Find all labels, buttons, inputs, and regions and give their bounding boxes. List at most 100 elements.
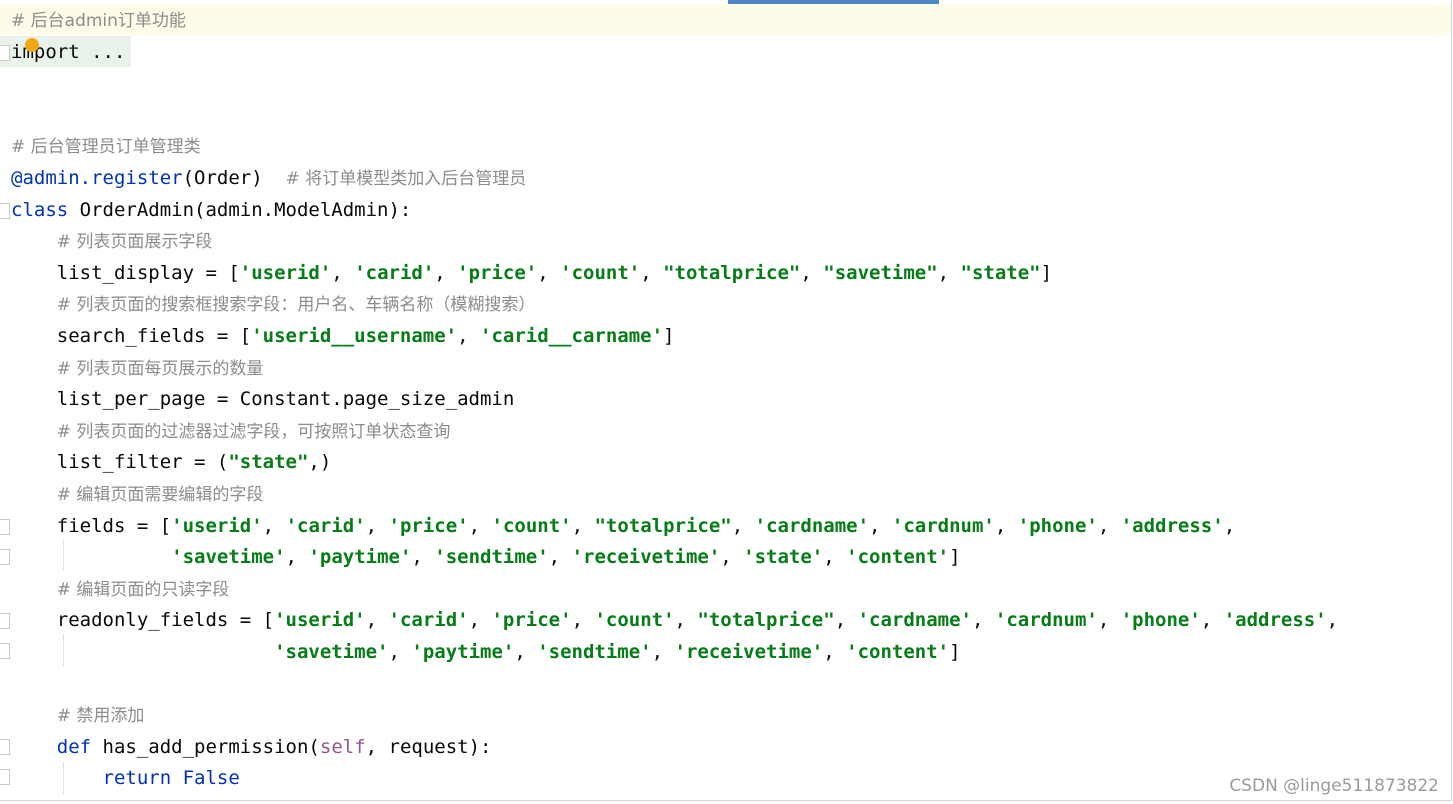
code-line[interactable]: # 后台admin订单功能 bbox=[11, 5, 186, 35]
code-line[interactable]: class OrderAdmin(admin.ModelAdmin): bbox=[11, 195, 411, 225]
code-token: # 后台admin订单功能 bbox=[11, 11, 186, 31]
fold-marker-icon[interactable] bbox=[0, 45, 10, 61]
code-token: self bbox=[319, 735, 366, 758]
code-token: , bbox=[411, 546, 435, 569]
code-token: list_filter = ( bbox=[11, 451, 229, 474]
code-line[interactable]: list_display = ['userid', 'carid', 'pric… bbox=[11, 258, 1052, 288]
code-token: OrderAdmin(admin.ModelAdmin): bbox=[68, 198, 412, 221]
code-editor[interactable]: # 后台admin订单功能 import ... # 后台管理员订单管理类 @admi… bbox=[0, 0, 1452, 801]
code-line[interactable]: # 编辑页面的只读字段 bbox=[11, 574, 230, 604]
code-token: 'paytime' bbox=[308, 546, 412, 569]
code-line[interactable]: # 列表页面每页展示的数量 bbox=[11, 353, 264, 383]
code-token: 'carid' bbox=[388, 609, 469, 632]
code-token: , bbox=[651, 641, 675, 663]
code-token: "totalprice" bbox=[594, 514, 732, 537]
fold-marker-icon[interactable] bbox=[0, 203, 10, 219]
code-token: 'sendtime' bbox=[434, 546, 549, 569]
code-token: 'carid__carname' bbox=[480, 325, 664, 347]
code-token: # 列表页面每页展示的数量 bbox=[56, 358, 264, 379]
fold-marker-icon[interactable] bbox=[0, 613, 10, 629]
code-line[interactable]: # 编辑页面需要编辑的字段 bbox=[11, 479, 264, 509]
code-line[interactable]: def has_add_permission(self, request): bbox=[11, 732, 492, 762]
code-token: # 列表页面展示字段 bbox=[56, 232, 213, 253]
code-token: , request): bbox=[365, 735, 492, 758]
fold-marker-icon[interactable] bbox=[0, 549, 10, 565]
code-token: 'carid' bbox=[354, 261, 435, 284]
code-token: class bbox=[11, 198, 69, 221]
code-token: , bbox=[640, 261, 664, 284]
code-line[interactable]: 'savetime', 'paytime', 'sendtime', 'rece… bbox=[11, 637, 960, 667]
code-token: 'price' bbox=[491, 609, 572, 632]
code-token: 'userid' bbox=[239, 261, 332, 284]
code-token: "totalprice" bbox=[697, 609, 835, 632]
code-token: 'cardname' bbox=[857, 609, 972, 632]
code-line[interactable]: # 列表页面展示字段 bbox=[11, 226, 213, 256]
code-line[interactable]: readonly_fields = ['userid', 'carid', 'p… bbox=[11, 605, 1338, 635]
code-token: # 编辑页面的只读字段 bbox=[56, 579, 230, 600]
fold-marker-icon[interactable] bbox=[0, 739, 10, 755]
code-line[interactable]: list_per_page = Constant.page_size_admin bbox=[11, 384, 515, 414]
code-token: 'address' bbox=[1120, 514, 1224, 537]
code-token: , bbox=[834, 609, 858, 632]
fold-marker-icon[interactable] bbox=[0, 519, 10, 535]
fold-marker-icon[interactable] bbox=[0, 643, 10, 659]
code-line[interactable]: search_fields = ['userid__username', 'ca… bbox=[11, 321, 675, 351]
code-token: 'cardnum' bbox=[891, 514, 995, 537]
code-token: , bbox=[823, 641, 847, 663]
code-token: , bbox=[731, 514, 755, 537]
code-token: 'sendtime' bbox=[537, 641, 652, 663]
code-token: 'price' bbox=[457, 261, 538, 284]
code-token: , bbox=[571, 514, 595, 537]
bulb-icon[interactable] bbox=[25, 38, 39, 52]
code-token: , bbox=[571, 609, 595, 632]
code-token: # 列表页面的过滤器过滤字段，可按照订单状态查询 bbox=[56, 421, 451, 442]
code-line[interactable]: fields = ['userid', 'carid', 'price', 'c… bbox=[11, 511, 1235, 541]
code-token: , bbox=[434, 261, 458, 284]
code-token: 'phone' bbox=[1120, 609, 1201, 632]
code-token: "totalprice" bbox=[663, 261, 801, 284]
code-line[interactable]: # 禁用添加 bbox=[11, 700, 145, 730]
code-line[interactable]: @admin.register(Order) # 将订单模型类加入后台管理员 bbox=[11, 163, 526, 193]
code-token: 'content' bbox=[846, 641, 950, 663]
code-token: 'receivetime' bbox=[571, 546, 721, 569]
code-token: ,) bbox=[308, 451, 332, 474]
code-token: , bbox=[262, 514, 286, 537]
code-token: 'phone' bbox=[1017, 514, 1098, 537]
code-token: , bbox=[937, 261, 961, 284]
code-token: ] bbox=[949, 546, 961, 569]
fold-marker-icon[interactable] bbox=[0, 769, 10, 785]
code-token: False bbox=[182, 767, 240, 790]
code-token: @admin.register bbox=[11, 167, 183, 189]
code-token: 'userid' bbox=[274, 609, 366, 632]
code-token: list_per_page = Constant.page_size_admin bbox=[11, 388, 515, 411]
code-token: , bbox=[674, 609, 698, 632]
code-token: 'cardnum' bbox=[994, 609, 1098, 632]
code-line[interactable]: # 列表页面的过滤器过滤字段，可按照订单状态查询 bbox=[11, 416, 451, 446]
code-token: fields = [ bbox=[11, 514, 172, 537]
code-line[interactable]: # 列表页面的搜索框搜索字段：用户名、车辆名称（模糊搜索） bbox=[11, 289, 536, 319]
code-line[interactable]: 'savetime', 'paytime', 'sendtime', 'rece… bbox=[11, 542, 961, 572]
indent-guide bbox=[63, 762, 64, 794]
code-token: , bbox=[823, 546, 847, 569]
code-token: 'count' bbox=[560, 261, 641, 284]
code-line[interactable]: list_filter = ("state",) bbox=[11, 447, 332, 477]
code-token: 'userid' bbox=[171, 514, 263, 537]
code-token: , bbox=[720, 546, 744, 569]
code-token: 'state' bbox=[743, 546, 824, 569]
code-token: , bbox=[1097, 514, 1121, 537]
code-token: , bbox=[457, 325, 481, 347]
code-token: # 后台管理员订单管理类 bbox=[11, 137, 201, 158]
code-token: , bbox=[548, 546, 572, 569]
code-line[interactable]: # 后台管理员订单管理类 bbox=[11, 131, 201, 161]
code-token: # 编辑页面需要编辑的字段 bbox=[56, 485, 264, 505]
code-line[interactable]: return False bbox=[11, 763, 240, 793]
code-token: , bbox=[365, 609, 389, 632]
code-token: 'savetime' bbox=[274, 641, 389, 663]
